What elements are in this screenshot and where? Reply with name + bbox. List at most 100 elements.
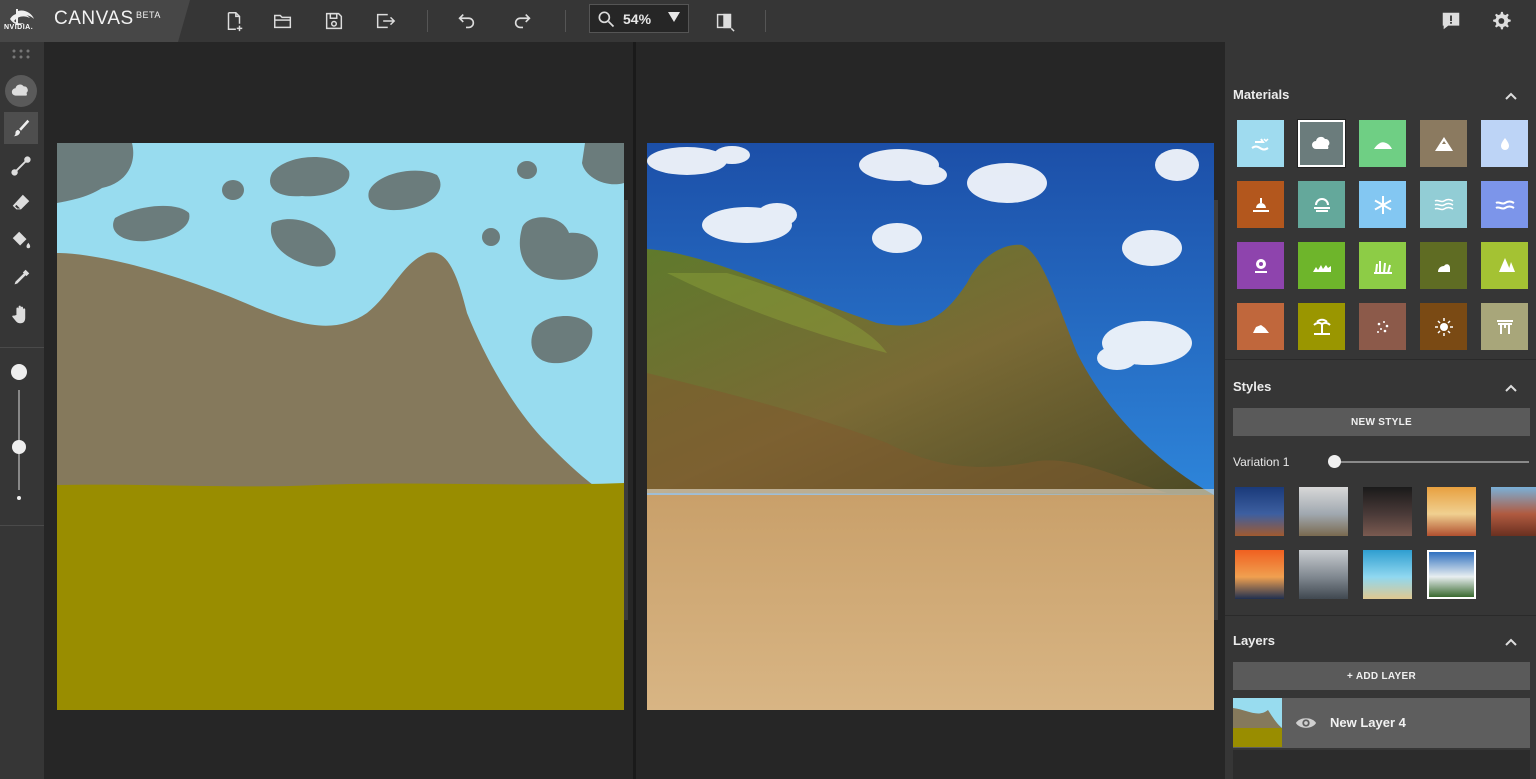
- material-swatch-sand-sunset[interactable]: [1237, 181, 1284, 228]
- material-swatch-mountain[interactable]: [1420, 120, 1467, 167]
- left-scrollbar[interactable]: [624, 200, 628, 620]
- paint-bucket-tool[interactable]: [4, 224, 38, 256]
- rock-icon: [1252, 324, 1269, 333]
- material-swatch-structure[interactable]: [1481, 303, 1528, 350]
- style-thumbnail-desert-night[interactable]: [1235, 487, 1284, 536]
- material-swatch-tree[interactable]: [1481, 242, 1528, 289]
- material-swatch-snow[interactable]: [1359, 181, 1406, 228]
- pan-hand-tool[interactable]: [4, 299, 38, 331]
- material-swatch-flower[interactable]: [1237, 242, 1284, 289]
- add-layer-button[interactable]: + ADD LAYER: [1233, 662, 1530, 690]
- layer-item[interactable]: New Layer 4: [1233, 698, 1530, 748]
- material-swatch-grass[interactable]: [1298, 242, 1345, 289]
- brand-area: NVIDIA. CANVAS BETA: [0, 0, 190, 42]
- flower-icon: [1254, 258, 1267, 273]
- grip-icon[interactable]: [11, 48, 31, 60]
- large-size-indicator: [11, 364, 27, 380]
- chevron-up-icon[interactable]: [1503, 382, 1519, 394]
- fog-icon: [1313, 197, 1330, 212]
- snowflake-icon: [1374, 195, 1391, 214]
- style-thumbnail-alpine-lake[interactable]: [1427, 550, 1476, 599]
- bush-icon: [1437, 263, 1450, 272]
- zoom-value: 54%: [623, 11, 652, 27]
- settings-button[interactable]: [1486, 6, 1516, 36]
- eraser-tool[interactable]: [4, 187, 38, 219]
- open-folder-icon: [274, 14, 292, 29]
- material-fill-tool[interactable]: [5, 75, 37, 107]
- gear-icon: [1493, 11, 1511, 30]
- redo-button[interactable]: [508, 6, 538, 36]
- open-button[interactable]: [268, 6, 298, 36]
- cloud-icon: [1311, 136, 1329, 149]
- canvas-divider[interactable]: [633, 42, 636, 779]
- line-tool[interactable]: [4, 150, 38, 182]
- material-swatch-water[interactable]: [1481, 120, 1528, 167]
- undo-button[interactable]: [451, 6, 481, 36]
- style-thumbnail-tropical-beach[interactable]: [1363, 550, 1412, 599]
- magnifier-icon: [598, 11, 615, 28]
- undo-icon: [458, 13, 475, 29]
- river-icon: [1434, 198, 1453, 210]
- new-style-button[interactable]: NEW STYLE: [1233, 408, 1530, 436]
- variation-label: Variation 1: [1233, 455, 1290, 469]
- export-icon: [376, 13, 396, 29]
- divider: [1225, 359, 1536, 360]
- output-image: [647, 143, 1214, 710]
- divider: [1225, 615, 1536, 616]
- new-file-icon: [227, 12, 243, 32]
- hand-icon: [12, 305, 26, 324]
- styles-title: Styles: [1233, 379, 1272, 394]
- feedback-button[interactable]: [1436, 6, 1466, 36]
- app-title: CANVAS: [54, 8, 134, 29]
- material-swatch-stone[interactable]: [1420, 303, 1467, 350]
- paint-bucket-icon: [12, 231, 31, 249]
- material-swatch-gravel[interactable]: [1359, 303, 1406, 350]
- tool-sidebar: [0, 42, 44, 779]
- style-thumbnail-dark-arch[interactable]: [1363, 487, 1412, 536]
- right-panel: Materials Styles NEW STYLE Variation 1 L…: [1225, 42, 1536, 779]
- style-thumbnail-ocean-sunset[interactable]: [1235, 550, 1284, 599]
- material-swatch-cloud[interactable]: [1297, 119, 1346, 168]
- eyedropper-tool[interactable]: [4, 262, 38, 294]
- variation-slider[interactable]: [1333, 461, 1529, 463]
- droplet-icon: [1500, 137, 1509, 150]
- toolbar-separator: [427, 10, 428, 32]
- chevron-up-icon[interactable]: [1503, 636, 1519, 648]
- hill-icon: [1373, 141, 1392, 149]
- material-swatch-fog[interactable]: [1298, 181, 1345, 228]
- compare-view-button[interactable]: [709, 6, 739, 36]
- brush-tool[interactable]: [4, 112, 38, 144]
- mountain-icon: [1434, 136, 1453, 151]
- material-swatch-dirt[interactable]: [1420, 242, 1467, 289]
- material-swatch-sea-wave[interactable]: [1481, 181, 1528, 228]
- wave-icon: [1494, 200, 1515, 210]
- save-button[interactable]: [319, 6, 349, 36]
- export-button[interactable]: [370, 6, 400, 36]
- save-icon: [325, 12, 343, 30]
- zoom-select[interactable]: 54%: [589, 4, 689, 33]
- brush-size-knob[interactable]: [12, 440, 26, 454]
- material-swatch-tall-grass[interactable]: [1359, 242, 1406, 289]
- material-swatch-hill[interactable]: [1359, 120, 1406, 167]
- style-thumbnail-cloudy-mountain[interactable]: [1299, 487, 1348, 536]
- segmentation-canvas[interactable]: [57, 143, 624, 710]
- brush-icon: [13, 119, 30, 137]
- toolbar-separator: [565, 10, 566, 32]
- material-swatch-sea[interactable]: [1237, 120, 1284, 167]
- tall-grass-icon: [1373, 260, 1392, 274]
- chevron-up-icon[interactable]: [1503, 90, 1519, 102]
- new-file-button[interactable]: [219, 6, 249, 36]
- sunset-icon: [1252, 197, 1269, 212]
- material-swatch-river[interactable]: [1420, 181, 1467, 228]
- material-swatch-rock[interactable]: [1237, 303, 1284, 350]
- style-thumbnail-misty-peaks[interactable]: [1299, 550, 1348, 599]
- chevron-down-icon: [668, 12, 680, 22]
- layer-list-empty: [1233, 750, 1530, 779]
- right-scrollbar[interactable]: [1214, 200, 1218, 620]
- variation-slider-knob[interactable]: [1328, 455, 1341, 468]
- layer-thumbnail: [1233, 698, 1282, 747]
- eye-icon[interactable]: [1295, 712, 1317, 734]
- style-thumbnail-sunset-clouds[interactable]: [1427, 487, 1476, 536]
- style-thumbnail-red-cliffs[interactable]: [1491, 487, 1536, 536]
- material-swatch-beach[interactable]: [1298, 303, 1345, 350]
